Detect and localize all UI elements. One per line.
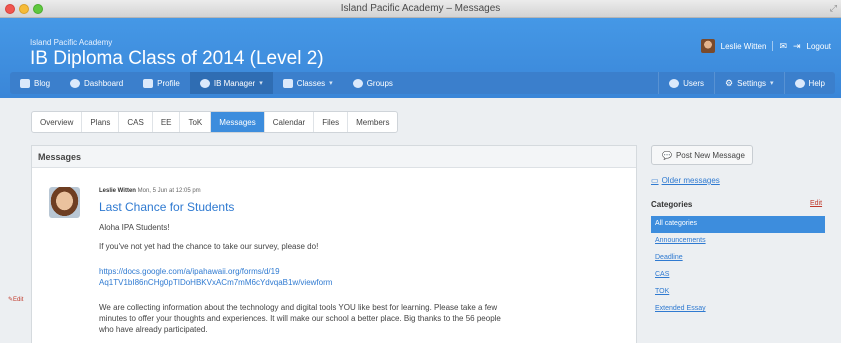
category-cas[interactable]: CAS bbox=[651, 267, 825, 284]
messages-panel: Messages Leslie Witten Mon, 5 Jun at 12:… bbox=[31, 145, 637, 343]
nav-users[interactable]: Users bbox=[658, 72, 714, 94]
tab-members[interactable]: Members bbox=[348, 112, 397, 132]
tab-plans[interactable]: Plans bbox=[82, 112, 120, 132]
school-name: Island Pacific Academy bbox=[30, 38, 113, 47]
tab-files[interactable]: Files bbox=[314, 112, 349, 132]
survey-link-cont[interactable]: Aq1TV1bI86nCHg0pTIDoHBKVxACm7mM6cYdvqaB1… bbox=[99, 277, 629, 288]
logout-icon[interactable]: ⇥ bbox=[793, 41, 801, 52]
category-announcements[interactable]: Announcements bbox=[651, 233, 825, 250]
nav-groups[interactable]: Groups bbox=[343, 72, 403, 94]
message-date: Mon, 5 Jun at 12:05 pm bbox=[137, 188, 201, 194]
nav-right: Users ⚙ Settings ▾ Help bbox=[658, 72, 835, 94]
nav-label: Profile bbox=[157, 78, 180, 88]
app-header: Island Pacific Academy IB Diploma Class … bbox=[0, 18, 841, 98]
window-titlebar: Island Pacific Academy – Messages ⤢ bbox=[0, 0, 841, 18]
message-paragraph: If you've not yet had the chance to take… bbox=[99, 242, 319, 251]
ib-manager-icon bbox=[199, 78, 210, 88]
section-tabs: Overview Plans CAS EE ToK Messages Calen… bbox=[31, 111, 399, 133]
chevron-down-icon: ▾ bbox=[259, 80, 263, 87]
nav-settings[interactable]: ⚙ Settings ▾ bbox=[714, 72, 784, 94]
mail-icon[interactable]: ✉ bbox=[779, 41, 787, 52]
nav-label: Dashboard bbox=[84, 78, 124, 88]
classes-icon bbox=[282, 78, 293, 88]
nav-label: Help bbox=[808, 78, 825, 88]
message-meta: Leslie Witten Mon, 5 Jun at 12:05 pm bbox=[99, 188, 201, 194]
panel-title: Messages bbox=[32, 146, 636, 168]
post-new-message-button[interactable]: 💬 Post New Message bbox=[651, 145, 753, 165]
tab-calendar[interactable]: Calendar bbox=[265, 112, 315, 132]
nav-help[interactable]: Help bbox=[783, 72, 835, 94]
main-nav: Blog Dashboard Profile IB Manager ▾ Clas… bbox=[10, 72, 835, 94]
message-paragraph: minutes to offer your thoughts and exper… bbox=[99, 314, 501, 323]
nav-label: Groups bbox=[366, 78, 393, 88]
users-icon bbox=[669, 78, 680, 88]
nav-label: IB Manager bbox=[213, 78, 256, 88]
profile-icon bbox=[143, 78, 154, 88]
tab-messages[interactable]: Messages bbox=[211, 112, 265, 132]
nav-profile[interactable]: Profile bbox=[133, 72, 190, 94]
message-paragraph: who have already participated. bbox=[99, 325, 208, 334]
tab-overview[interactable]: Overview bbox=[32, 112, 83, 132]
nav-classes[interactable]: Classes ▾ bbox=[273, 72, 343, 94]
nav-blog[interactable]: Blog bbox=[10, 72, 60, 94]
archive-icon: ▭ bbox=[651, 176, 659, 185]
logout-link[interactable]: Logout bbox=[807, 42, 831, 51]
message-title[interactable]: Last Chance for Students bbox=[99, 200, 234, 214]
categories-edit-link[interactable]: Edit bbox=[810, 200, 822, 207]
nav-ib-manager[interactable]: IB Manager ▾ bbox=[189, 72, 273, 94]
help-icon bbox=[794, 78, 805, 88]
tab-tok[interactable]: ToK bbox=[180, 112, 212, 132]
divider bbox=[772, 41, 774, 51]
category-tok[interactable]: TOK bbox=[651, 284, 825, 301]
message-greeting: Aloha IPA Students! bbox=[99, 223, 170, 232]
dashboard-icon bbox=[70, 78, 81, 88]
older-label: Older messages bbox=[661, 176, 720, 185]
category-extended-essay[interactable]: Extended Essay bbox=[651, 301, 825, 318]
page-title: IB Diploma Class of 2014 (Level 2) bbox=[30, 48, 324, 69]
blog-icon bbox=[20, 78, 30, 88]
fullscreen-icon[interactable]: ⤢ bbox=[830, 3, 837, 14]
chevron-down-icon: ▾ bbox=[329, 80, 333, 87]
nav-dashboard[interactable]: Dashboard bbox=[60, 72, 133, 94]
nav-label: Settings bbox=[737, 78, 767, 88]
post-button-label: Post New Message bbox=[675, 150, 745, 160]
category-deadline[interactable]: Deadline bbox=[651, 250, 825, 267]
tab-ee[interactable]: EE bbox=[153, 112, 181, 132]
groups-icon bbox=[352, 78, 363, 88]
edit-message-link[interactable]: ✎Edit bbox=[8, 296, 23, 303]
older-messages-link[interactable]: ▭ Older messages bbox=[651, 176, 720, 185]
window-title: Island Pacific Academy – Messages bbox=[340, 3, 501, 14]
nav-label: Users bbox=[683, 78, 705, 88]
nav-label: Classes bbox=[296, 78, 326, 88]
category-list: All categories Announcements Deadline CA… bbox=[651, 216, 825, 318]
nav-label: Blog bbox=[34, 78, 51, 88]
avatar[interactable] bbox=[700, 39, 715, 53]
category-all[interactable]: All categories bbox=[651, 216, 825, 233]
tab-cas[interactable]: CAS bbox=[119, 112, 153, 132]
user-name[interactable]: Leslie Witten bbox=[721, 42, 767, 51]
comment-icon: 💬 bbox=[662, 150, 672, 160]
content-area: Overview Plans CAS EE ToK Messages Calen… bbox=[0, 98, 841, 343]
survey-link[interactable]: https://docs.google.com/a/ipahawaii.org/… bbox=[99, 266, 629, 277]
chevron-down-icon: ▾ bbox=[770, 80, 774, 87]
gear-icon: ⚙ bbox=[725, 77, 734, 88]
message-paragraph: We are collecting information about the … bbox=[99, 303, 498, 312]
author-avatar bbox=[49, 187, 80, 218]
author-name: Leslie Witten bbox=[99, 188, 136, 194]
categories-heading: Categories bbox=[651, 200, 693, 209]
edit-label: Edit bbox=[13, 297, 24, 303]
user-area: Leslie Witten ✉ ⇥ Logout bbox=[700, 37, 831, 55]
